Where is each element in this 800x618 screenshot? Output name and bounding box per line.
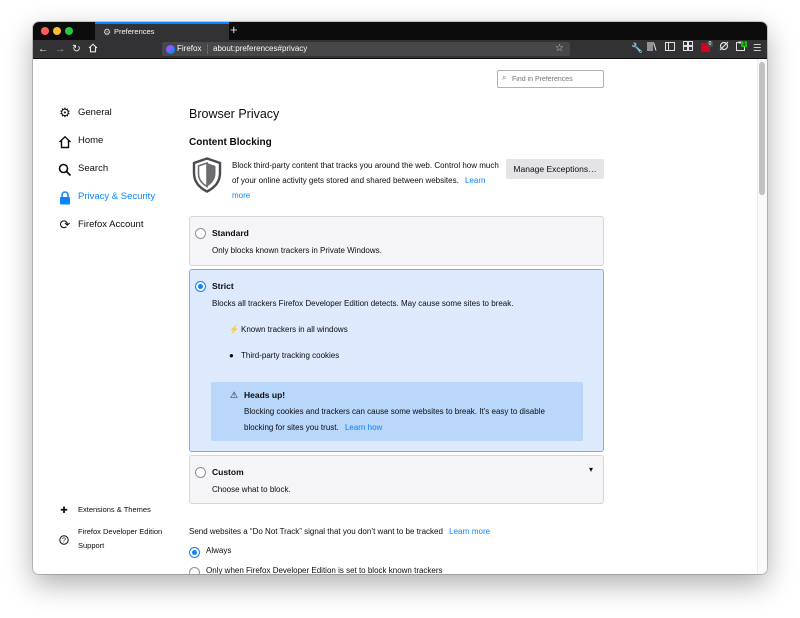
sidebar-footer-label: Support [78,541,105,550]
option-card-custom[interactable]: Custom Choose what to block. ▾ [189,455,604,504]
option-description: Choose what to block. [212,485,291,494]
close-window-button[interactable] [41,27,49,35]
firefox-logo-icon [166,45,175,54]
svg-text:?: ? [62,537,66,544]
sidebar-footer-label: Firefox Developer Edition [78,527,163,536]
bookmark-star-icon[interactable]: ☆ [555,42,564,56]
url-bar[interactable]: Firefox about:preferences#privacy ☆ [162,42,570,56]
radio-standard[interactable] [195,228,206,239]
search-icon: ⌕ [502,73,507,82]
tab-preferences[interactable]: ⚙ Preferences [95,22,229,40]
option-title: Custom [212,467,244,477]
scrollbar[interactable] [757,59,767,574]
forward-arrow-icon[interactable]: → [55,40,66,58]
radio-dnt-always[interactable] [189,547,200,558]
navigation-toolbar: ← → ↻ Firefox about:preferences#privacy … [33,40,767,59]
warning-text: Blocking cookies and trackers can cause … [244,407,545,432]
tab-title: Preferences [114,27,155,36]
feature-item: ⚡ Known trackers in all windows [229,325,348,334]
shield-icon [192,157,222,193]
option-description: Only blocks known trackers in Private Wi… [212,246,382,255]
search-icon [57,159,73,179]
tracker-blocked-icon: ⚡ [229,325,239,334]
extension-icon[interactable] [719,40,729,58]
home-icon [57,131,73,151]
content-blocking-description: Block third-party content that tracks yo… [232,158,502,203]
url-separator [207,44,208,54]
do-not-track-text: Send websites a “Do Not Track” signal th… [189,527,443,536]
chevron-down-icon[interactable]: ▾ [589,465,593,474]
browser-window: ⚙ Preferences + ← → ↻ Firefox about:pref… [33,22,767,574]
lock-icon [57,187,73,207]
library-icon[interactable] [647,40,657,58]
grid-view-icon[interactable] [683,40,693,58]
option-title: Strict [212,281,234,291]
option-title: Standard [212,228,249,238]
sidebar-footer-label: Extensions & Themes [78,505,151,514]
dnt-learn-more-link[interactable]: Learn more [449,527,490,536]
puzzle-piece-icon: ✚ [60,505,68,515]
scrollbar-thumb[interactable] [759,62,765,195]
sidebar-item-label: Search [78,163,109,174]
new-tab-button[interactable]: + [230,22,238,39]
warning-text-block: Blocking cookies and trackers can cause … [244,404,574,435]
option-description: Blocks all trackers Firefox Developer Ed… [212,299,514,308]
extension-badge-count: 0 [707,41,713,47]
developer-tools-wrench-icon[interactable]: 🔧 [631,40,643,58]
option-card-standard[interactable]: Standard Only blocks known trackers in P… [189,216,604,266]
description-text: Block third-party content that tracks yo… [232,161,499,185]
sidebar-item-label: Privacy & Security [78,191,156,202]
preferences-page: ⌕ ⚙ General Home Search Privacy & Securi… [33,59,767,574]
gear-icon: ⚙ [103,27,112,37]
warning-title: Heads up! [244,390,286,400]
identity-label: Firefox [177,44,202,53]
back-arrow-icon[interactable]: ← [38,40,49,58]
radio-dnt-only-when-blocking[interactable] [189,567,200,574]
dnt-option-label: Only when Firefox Developer Edition is s… [206,566,443,574]
gear-icon: ⚙ [59,105,71,120]
option-card-strict[interactable]: Strict Blocks all trackers Firefox Devel… [189,269,604,452]
learn-how-link[interactable]: Learn how [345,423,382,432]
sidebar-item-label: Firefox Account [78,219,144,230]
feature-label: Third-party tracking cookies [241,351,340,360]
url-text[interactable]: about:preferences#privacy [213,42,307,56]
warning-box: ⚠ Heads up! Blocking cookies and tracker… [211,382,583,441]
do-not-track-label: Send websites a “Do Not Track” signal th… [189,527,490,536]
page-title: Browser Privacy [189,107,280,121]
feature-item: ● Third-party tracking cookies [229,351,339,360]
find-in-preferences[interactable]: ⌕ [497,70,604,88]
minimize-window-button[interactable] [53,27,61,35]
radio-strict[interactable] [195,281,206,292]
sync-icon: ⟳ [59,217,71,232]
warning-icon: ⚠ [230,390,239,400]
extension-badge-count: 1 [741,41,747,47]
home-icon[interactable] [88,39,98,57]
help-icon: ? [58,532,70,546]
sidebar-item-label: Home [78,135,104,146]
manage-exceptions-button[interactable]: Manage Exceptions… [506,159,604,179]
dnt-option-label: Always [206,546,232,555]
zoom-window-button[interactable] [65,27,73,35]
menu-hamburger-icon[interactable]: ☰ [753,40,762,58]
feature-label: Known trackers in all windows [241,325,348,334]
sidebar-toggle-icon[interactable] [665,40,675,58]
sidebar-item-label: General [78,107,112,118]
title-bar: ⚙ Preferences + [33,22,767,40]
section-title: Content Blocking [189,137,272,148]
reload-icon[interactable]: ↻ [72,40,81,58]
find-in-preferences-input[interactable] [512,72,600,86]
cookie-blocked-icon: ● [229,351,234,360]
radio-custom[interactable] [195,467,206,478]
